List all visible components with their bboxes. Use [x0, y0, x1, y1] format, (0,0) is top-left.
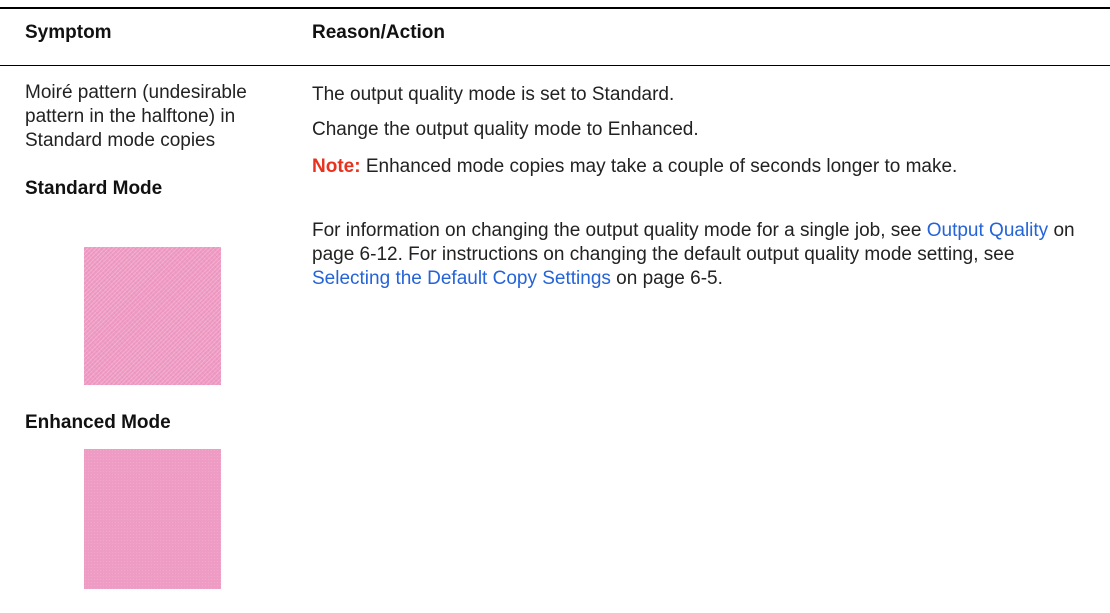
column-header-reason-action: Reason/Action: [312, 22, 446, 43]
standard-mode-label: Standard Mode: [25, 178, 163, 199]
info-suffix-text: on page 6-5.: [610, 268, 723, 289]
info-paragraph: For information on changing the output q…: [312, 219, 1082, 291]
symptom-description: Moiré pattern (undesirable pattern in th…: [25, 82, 247, 151]
note-text: Enhanced mode copies may take a couple o…: [360, 156, 958, 177]
header-divider-rule: [0, 65, 1110, 66]
table-top-rule: [0, 7, 1110, 9]
enhanced-mode-label: Enhanced Mode: [25, 412, 171, 433]
standard-mode-sample-image: [84, 247, 221, 385]
reason-cause-text: The output quality mode is set to Standa…: [312, 84, 675, 105]
reason-action-text: Change the output quality mode to Enhanc…: [312, 119, 699, 140]
enhanced-mode-sample-image: [84, 449, 221, 589]
output-quality-link[interactable]: Output Quality: [927, 220, 1048, 241]
note-label: Note:: [312, 156, 361, 177]
column-header-symptom: Symptom: [25, 22, 112, 43]
default-copy-settings-link[interactable]: Selecting the Default Copy Settings: [312, 268, 611, 289]
info-prefix-text: For information on changing the output q…: [312, 220, 927, 241]
note-paragraph: Note: Enhanced mode copies may take a co…: [312, 155, 1082, 179]
